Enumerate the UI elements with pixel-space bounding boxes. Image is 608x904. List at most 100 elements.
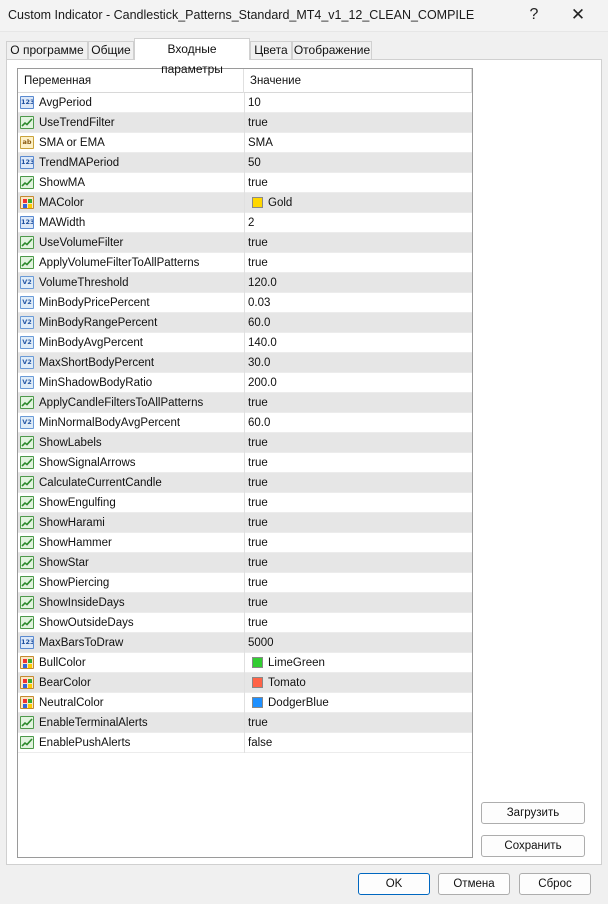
param-value[interactable]: 120.0 [248,273,468,293]
column-divider [244,93,245,113]
param-row[interactable]: NeutralColor DodgerBlue [18,693,472,713]
param-value[interactable]: SMA [248,133,468,153]
column-divider [244,613,245,633]
tab-inputs[interactable]: Входные параметры [134,38,250,76]
param-value[interactable]: false [248,733,468,753]
param-value[interactable]: true [248,393,468,413]
param-value[interactable]: true [248,573,468,593]
param-value[interactable]: true [248,513,468,533]
param-value[interactable]: 30.0 [248,353,468,373]
column-divider [244,233,245,253]
tab-colors[interactable]: Цвета [250,41,292,60]
bool-type-icon [20,556,34,569]
column-divider [244,413,245,433]
param-row[interactable]: ShowHammer true [18,533,472,553]
double-type-icon: V2 [20,316,34,329]
param-row[interactable]: ApplyVolumeFilterToAllPatterns true [18,253,472,273]
tab-visualization[interactable]: Отображение [292,41,372,60]
bool-type-icon [20,256,34,269]
double-type-icon: V2 [20,336,34,349]
param-value[interactable]: 5000 [248,633,468,653]
param-value[interactable]: true [248,173,468,193]
param-row[interactable]: V2 MinBodyRangePercent 60.0 [18,313,472,333]
param-value[interactable]: true [248,233,468,253]
param-value[interactable]: true [248,593,468,613]
param-row[interactable]: V2 MinShadowBodyRatio 200.0 [18,373,472,393]
param-row[interactable]: UseVolumeFilter true [18,233,472,253]
column-header-value[interactable]: Значение [244,69,472,93]
column-divider [244,713,245,733]
param-row[interactable]: BearColor Tomato [18,673,472,693]
param-row[interactable]: BullColor LimeGreen [18,653,472,673]
param-row[interactable]: V2 MinBodyPricePercent 0.03 [18,293,472,313]
param-value[interactable]: true [248,253,468,273]
param-value[interactable]: Gold [268,193,472,213]
param-row[interactable]: EnableTerminalAlerts true [18,713,472,733]
param-value[interactable]: true [248,453,468,473]
param-value[interactable]: Tomato [268,673,472,693]
param-row[interactable]: 123 MaxBarsToDraw 5000 [18,633,472,653]
param-row[interactable]: ShowOutsideDays true [18,613,472,633]
param-row[interactable]: ShowLabels true [18,433,472,453]
color-swatch [252,197,263,208]
param-row[interactable]: ShowStar true [18,553,472,573]
param-value[interactable]: 200.0 [248,373,468,393]
bool-type-icon [20,436,34,449]
help-button[interactable]: ? [514,4,554,28]
cancel-button[interactable]: Отмена [438,873,510,895]
close-button[interactable]: ✕ [558,4,598,28]
param-value[interactable]: 140.0 [248,333,468,353]
param-value[interactable]: true [248,613,468,633]
param-value[interactable]: 60.0 [248,413,468,433]
param-value[interactable]: 10 [248,93,468,113]
param-row[interactable]: V2 MaxShortBodyPercent 30.0 [18,353,472,373]
param-row[interactable]: ab SMA or EMA SMA [18,133,472,153]
param-name: EnableTerminalAlerts [39,717,148,729]
param-row[interactable]: UseTrendFilter true [18,113,472,133]
param-row[interactable]: MAColor Gold [18,193,472,213]
tab-common[interactable]: Общие [88,41,134,60]
bool-type-icon [20,716,34,729]
bool-type-icon [20,736,34,749]
param-value[interactable]: true [248,493,468,513]
color-swatch [252,677,263,688]
param-value[interactable]: true [248,553,468,573]
param-row[interactable]: CalculateCurrentCandle true [18,473,472,493]
param-row[interactable]: ShowSignalArrows true [18,453,472,473]
param-value[interactable]: LimeGreen [268,653,472,673]
param-value[interactable]: true [248,113,468,133]
param-name: ShowEngulfing [39,497,116,509]
param-value[interactable]: 60.0 [248,313,468,333]
param-value[interactable]: true [248,433,468,453]
param-value[interactable]: DodgerBlue [268,693,472,713]
string-type-icon: ab [20,136,34,149]
param-row[interactable]: V2 MinNormalBodyAvgPercent 60.0 [18,413,472,433]
param-value[interactable]: true [248,533,468,553]
param-row[interactable]: ShowInsideDays true [18,593,472,613]
param-row[interactable]: ApplyCandleFiltersToAllPatterns true [18,393,472,413]
param-row[interactable]: 123 TrendMAPeriod 50 [18,153,472,173]
param-row[interactable]: 123 AvgPeriod 10 [18,93,472,113]
param-value[interactable]: 2 [248,213,468,233]
param-row[interactable]: 123 MAWidth 2 [18,213,472,233]
param-value[interactable]: true [248,473,468,493]
param-row[interactable]: ShowMA true [18,173,472,193]
load-button[interactable]: Загрузить [481,802,585,824]
tab-about[interactable]: О программе [6,41,88,60]
param-row[interactable]: ShowEngulfing true [18,493,472,513]
reset-button[interactable]: Сброс [519,873,591,895]
param-name: MinBodyPricePercent [39,297,150,309]
param-row[interactable]: ShowPiercing true [18,573,472,593]
param-row[interactable]: EnablePushAlerts false [18,733,472,753]
param-row[interactable]: ShowHarami true [18,513,472,533]
bool-type-icon [20,536,34,549]
bool-type-icon [20,596,34,609]
param-row[interactable]: V2 MinBodyAvgPercent 140.0 [18,333,472,353]
window-title: Custom Indicator - Candlestick_Patterns_… [8,8,475,22]
param-row[interactable]: V2 VolumeThreshold 120.0 [18,273,472,293]
param-value[interactable]: 0.03 [248,293,468,313]
save-button[interactable]: Сохранить [481,835,585,857]
ok-button[interactable]: OK [358,873,430,895]
param-value[interactable]: true [248,713,468,733]
param-value[interactable]: 50 [248,153,468,173]
